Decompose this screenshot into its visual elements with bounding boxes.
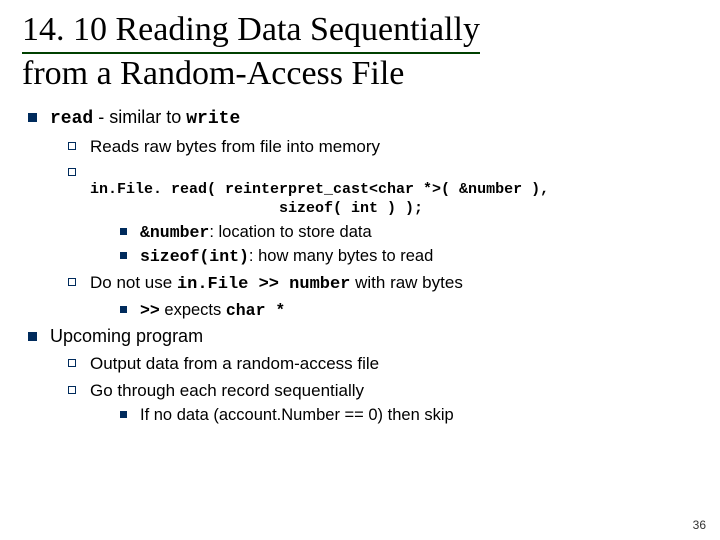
bullet-if-no-data: If no data (account.Number == 0) then sk… <box>90 405 698 427</box>
code-charptr: char * <box>226 301 285 320</box>
text: with raw bytes <box>350 273 462 292</box>
title-line1: Reading Data Sequentially <box>107 11 480 48</box>
bullet-expects: >> expects char * <box>90 300 698 322</box>
text: If no data (account.Number == 0) then sk… <box>140 406 454 424</box>
bullet-go-through: Go through each record sequentially If n… <box>50 380 698 427</box>
code-number: &number <box>140 223 209 242</box>
text: : how many bytes to read <box>249 247 433 265</box>
slide-body: read - similar to write Reads raw bytes … <box>22 106 698 427</box>
code-read: read <box>50 109 93 129</box>
text: Output data from a random-access file <box>90 354 379 373</box>
code-line1: in.File. read( reinterpret_cast<char *>(… <box>90 181 549 198</box>
page-number: 36 <box>693 518 706 532</box>
text: Do not use <box>90 273 177 292</box>
text: Go through each record sequentially <box>90 381 364 400</box>
bullet-do-not-use: Do not use in.File >> number with raw by… <box>50 272 698 321</box>
bullet-output-data: Output data from a random-access file <box>50 353 698 375</box>
slide-title: 14. 10 Reading Data Sequentially from a … <box>22 10 698 94</box>
bullet-upcoming: Upcoming program Output data from a rand… <box>28 325 698 426</box>
text: - similar to <box>93 107 186 127</box>
text: Reads raw bytes from file into memory <box>90 137 380 156</box>
title-line2: from a Random-Access File <box>22 55 404 92</box>
bullet-number-loc: &number: location to store data <box>90 222 698 244</box>
bullet-read: read - similar to write Reads raw bytes … <box>28 106 698 321</box>
text: Upcoming program <box>50 326 203 346</box>
bullet-sizeof: sizeof(int): how many bytes to read <box>90 246 698 268</box>
bullet-code: in.File. read( reinterpret_cast<char *>(… <box>50 162 698 268</box>
code-sizeof: sizeof(int) <box>140 247 249 266</box>
text: expects <box>160 301 226 319</box>
code-write: write <box>186 109 240 129</box>
code-stream: in.File >> number <box>177 275 350 294</box>
code-rshift: >> <box>140 301 160 320</box>
text: : location to store data <box>209 223 371 241</box>
code-line2: sizeof( int ) ); <box>90 200 423 217</box>
title-number: 14. 10 <box>22 11 107 48</box>
bullet-reads-raw: Reads raw bytes from file into memory <box>50 136 698 158</box>
